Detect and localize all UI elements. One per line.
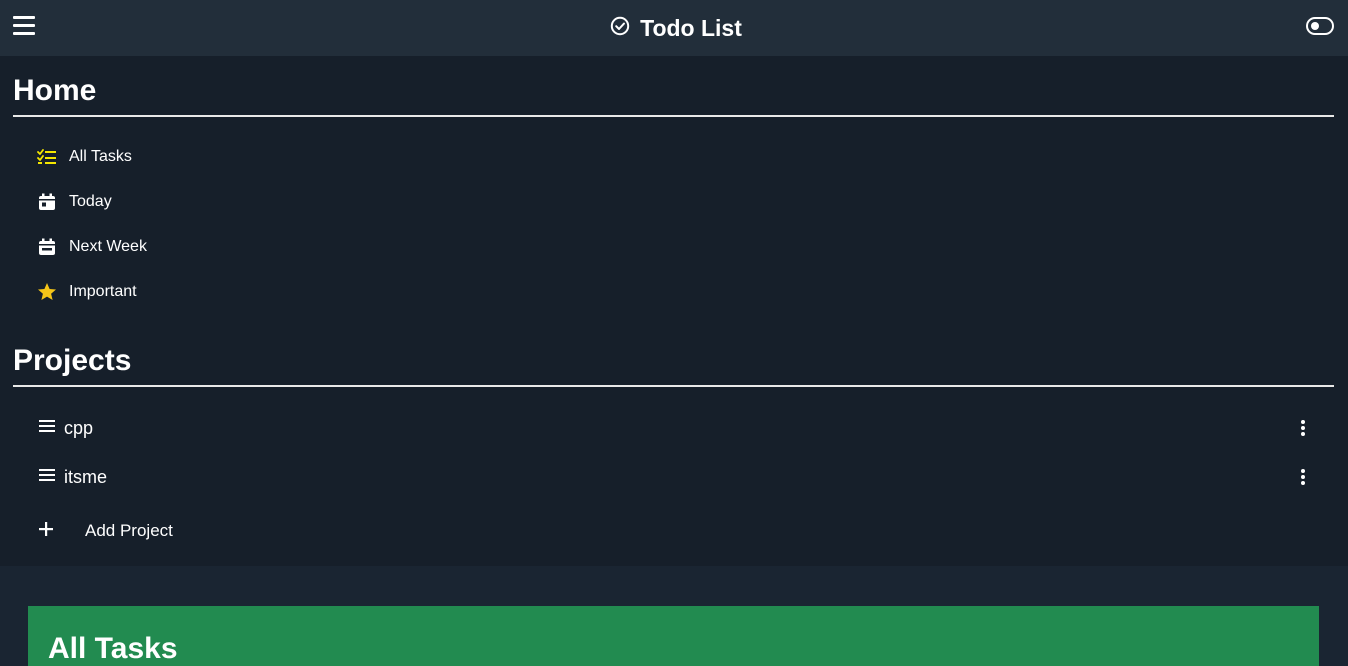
projects-section-title: Projects bbox=[13, 344, 132, 377]
list-icon bbox=[38, 467, 56, 488]
nav-item-next-week[interactable]: Next Week bbox=[37, 233, 337, 261]
project-label: itsme bbox=[64, 466, 108, 487]
nav-item-label: Today bbox=[69, 193, 112, 210]
add-project-button[interactable]: Add Project bbox=[37, 516, 337, 546]
nav-item-label: All Tasks bbox=[69, 148, 132, 165]
nav-item-today[interactable]: Today bbox=[37, 188, 337, 216]
project-item-itsme[interactable]: itsme bbox=[38, 461, 1318, 493]
project-label: cpp bbox=[64, 417, 94, 438]
nav-item-label: Important bbox=[69, 283, 137, 300]
plus-icon bbox=[37, 520, 55, 543]
sidebar: Home All Tasks Today Next Week Important… bbox=[0, 56, 1348, 566]
app-title-text: Todo List bbox=[640, 14, 742, 41]
task-list-icon bbox=[37, 147, 57, 167]
top-bar: Todo List bbox=[0, 0, 1348, 56]
theme-toggle-icon[interactable] bbox=[1306, 17, 1334, 35]
star-icon bbox=[37, 282, 57, 302]
add-project-label: Add Project bbox=[85, 521, 173, 540]
nav-item-all-tasks[interactable]: All Tasks bbox=[37, 143, 337, 171]
project-item-cpp[interactable]: cpp bbox=[38, 412, 1318, 444]
nav-item-important[interactable]: Important bbox=[37, 278, 337, 306]
nav-item-label: Next Week bbox=[69, 238, 147, 255]
list-icon bbox=[38, 418, 56, 439]
content-header: All Tasks bbox=[28, 606, 1319, 666]
main-content: All Tasks bbox=[0, 566, 1348, 666]
projects-divider bbox=[13, 385, 1334, 387]
check-circle-icon bbox=[610, 15, 630, 42]
more-vertical-icon[interactable] bbox=[1298, 467, 1308, 487]
home-divider bbox=[13, 115, 1334, 117]
hamburger-menu-icon[interactable] bbox=[13, 16, 35, 36]
home-section-title: Home bbox=[13, 74, 97, 107]
calendar-day-icon bbox=[37, 192, 57, 212]
app-title: Todo List bbox=[610, 15, 742, 42]
page-title: All Tasks bbox=[48, 632, 178, 665]
more-vertical-icon[interactable] bbox=[1298, 418, 1308, 438]
calendar-week-icon bbox=[37, 237, 57, 257]
